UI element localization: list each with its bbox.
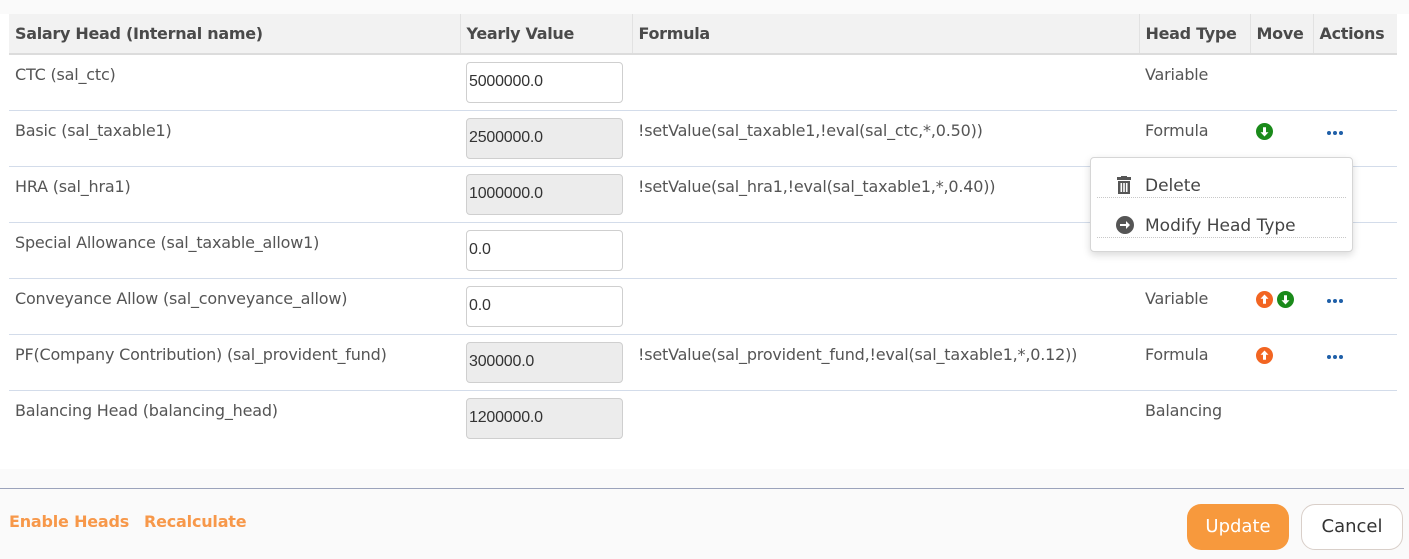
menu-item-label: Modify Head Type (1145, 216, 1296, 236)
update-button[interactable]: Update (1187, 504, 1289, 550)
yearly-value-input[interactable]: 1200000.0 (466, 397, 623, 439)
menu-item-label: Delete (1145, 176, 1201, 196)
table-header-row: Salary Head (Internal name) Yearly Value… (9, 14, 1397, 55)
yearly-value-cell: 1200000.0 (460, 390, 632, 446)
yearly-value-input[interactable]: 0.0 (466, 285, 623, 327)
recalculate-link[interactable]: Recalculate (144, 512, 247, 531)
yearly-value-cell: 0.0 (460, 222, 632, 279)
salary-head-name: Conveyance Allow (sal_conveyance_allow) (9, 278, 460, 335)
enable-heads-link[interactable]: Enable Heads (9, 512, 129, 531)
yearly-value-input[interactable]: 1000000.0 (466, 173, 623, 215)
header-salary-head: Salary Head (Internal name) (9, 14, 461, 55)
more-actions-icon[interactable] (1327, 127, 1345, 137)
salary-head-name: CTC (sal_ctc) (9, 54, 460, 111)
salary-head-name: Basic (sal_taxable1) (9, 110, 460, 167)
yearly-value-cell: 1000000.0 (460, 166, 632, 223)
more-actions-icon[interactable] (1327, 351, 1345, 361)
salary-head-name: Balancing Head (balancing_head) (15, 400, 278, 420)
actions-cell (1313, 390, 1397, 446)
salary-head-name: PF(Company Contribution) (sal_provident_… (9, 334, 460, 391)
salary-head-name: Special Allowance (sal_taxable_allow1) (9, 222, 460, 279)
head-type-cell: Variable (1139, 278, 1250, 335)
yearly-value-cell: 5000000.0 (460, 54, 632, 111)
move-down-icon[interactable] (1256, 122, 1273, 140)
formula-cell (632, 278, 1139, 335)
more-actions-icon[interactable] (1327, 295, 1345, 305)
table-row: Conveyance Allow (sal_conveyance_allow) 0… (9, 278, 1397, 335)
actions-cell (1313, 54, 1397, 111)
header-yearly-value: Yearly Value (460, 14, 633, 55)
table-row: PF(Company Contribution) (sal_provident_… (9, 334, 1397, 391)
menu-item-modify-head-type[interactable]: Modify Head Type (1097, 198, 1346, 238)
table-row: CTC (sal_ctc) 5000000.0 Variable (9, 54, 1397, 111)
formula-cell: !setValue(sal_provident_fund,!eval(sal_t… (632, 334, 1139, 391)
menu-item-delete[interactable]: Delete (1097, 158, 1346, 198)
formula-cell: !setValue(sal_hra1,!eval(sal_taxable1,*,… (632, 166, 1139, 223)
yearly-value-input[interactable]: 0.0 (466, 229, 623, 271)
footer-divider (0, 488, 1404, 489)
header-actions: Actions (1313, 14, 1397, 55)
trash-icon (1116, 176, 1132, 200)
header-formula: Formula (632, 14, 1140, 55)
salary-head-name: HRA (sal_hra1) (9, 166, 460, 223)
head-type-cell: Formula (1139, 334, 1250, 391)
head-type-cell: Balancing (1145, 400, 1222, 420)
header-move: Move (1250, 14, 1314, 55)
yearly-value-input[interactable]: 5000000.0 (466, 62, 623, 103)
actions-cell (1313, 334, 1397, 391)
cancel-button[interactable]: Cancel (1301, 504, 1403, 550)
arrow-circle-right-icon (1116, 216, 1134, 240)
actions-dropdown-menu: Delete Modify Head Type (1090, 157, 1353, 252)
yearly-value-input[interactable]: 300000.0 (466, 341, 623, 383)
move-cell (1250, 278, 1313, 335)
formula-cell (632, 54, 1139, 111)
yearly-value-cell: 300000.0 (460, 334, 632, 391)
move-up-icon[interactable] (1256, 290, 1273, 308)
move-down-icon[interactable] (1277, 290, 1294, 308)
head-type-cell: Variable (1139, 54, 1250, 111)
move-cell (1250, 54, 1313, 111)
formula-cell: !setValue(sal_taxable1,!eval(sal_ctc,*,0… (632, 110, 1139, 167)
formula-cell (632, 390, 1139, 446)
move-cell (1250, 334, 1313, 391)
move-cell (1250, 390, 1313, 446)
formula-cell (632, 222, 1139, 279)
yearly-value-input[interactable]: 2500000.0 (466, 117, 623, 159)
actions-cell (1313, 278, 1397, 335)
yearly-value-cell: 0.0 (460, 278, 632, 335)
table-row: Balancing Head (balancing_head) 1200000.0… (9, 390, 1397, 446)
header-head-type: Head Type (1139, 14, 1251, 55)
yearly-value-cell: 2500000.0 (460, 110, 632, 167)
move-up-icon[interactable] (1256, 346, 1273, 364)
